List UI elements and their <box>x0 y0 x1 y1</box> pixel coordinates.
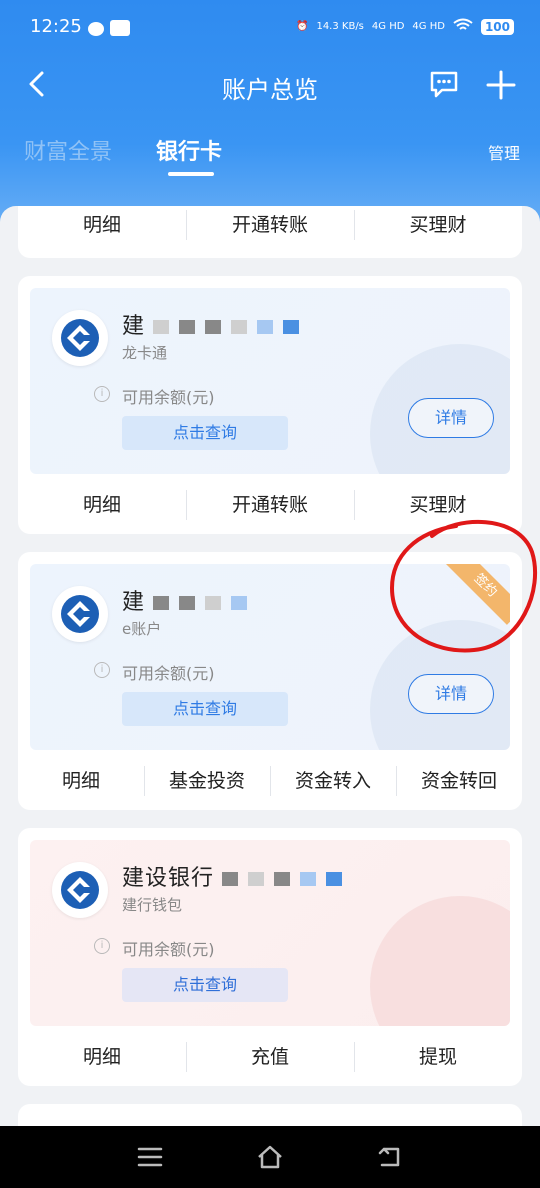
watermark-logo <box>370 896 510 1026</box>
redaction <box>205 320 222 334</box>
annotation-circle <box>389 519 538 653</box>
redaction <box>179 596 196 610</box>
home-icon[interactable] <box>256 1144 284 1170</box>
action-detail[interactable]: 明细 <box>18 1028 186 1086</box>
app-notification-icon <box>110 20 130 36</box>
ccb-logo <box>52 586 108 642</box>
query-balance-button[interactable]: 点击查询 <box>122 968 288 1002</box>
net-speed: 14.3 KB/s <box>316 21 364 32</box>
action-fund-invest[interactable]: 基金投资 <box>144 752 270 810</box>
status-time: 12:25 <box>30 16 82 37</box>
info-icon[interactable]: i <box>94 662 110 678</box>
account-type: 建行钱包 <box>122 896 183 914</box>
redaction <box>248 872 265 886</box>
account-card-partial <box>18 1104 522 1126</box>
account-info[interactable]: 建设银行 建行钱包 i 可用余额(元) 点击查询 <box>30 840 510 1026</box>
redaction <box>231 320 248 334</box>
header: 12:25 ⏰ 14.3 KB/s 4G HD 4G HD 100 账户总览 财… <box>0 0 540 240</box>
back-nav-icon[interactable] <box>376 1144 404 1170</box>
account-card-partial: 明细 开通转账 买理财 <box>18 206 522 258</box>
balance-label: 可用余额(元) <box>122 388 215 407</box>
account-list[interactable]: 明细 开通转账 买理财 建 龙卡通 i 可用余额(元) 点击查询 详情 明细 开… <box>0 206 540 1126</box>
redaction <box>257 320 274 334</box>
account-card: 建设银行 建行钱包 i 可用余额(元) 点击查询 明细 充值 提现 <box>18 828 522 1086</box>
info-icon[interactable]: i <box>94 938 110 954</box>
query-balance-button[interactable]: 点击查询 <box>122 692 288 726</box>
redaction <box>205 596 222 610</box>
redaction <box>274 872 291 886</box>
action-buy-wealth[interactable]: 买理财 <box>354 206 522 258</box>
redaction <box>300 872 317 886</box>
account-name: 建设银行 <box>122 860 352 892</box>
redaction <box>222 872 239 886</box>
manage-button[interactable]: 管理 <box>488 140 520 164</box>
action-detail[interactable]: 明细 <box>18 752 144 810</box>
wifi-icon <box>453 18 473 35</box>
redaction <box>231 596 248 610</box>
action-detail[interactable]: 明细 <box>18 206 186 258</box>
account-type: 龙卡通 <box>122 344 168 362</box>
detail-button[interactable]: 详情 <box>408 674 494 714</box>
navbar: 账户总览 <box>0 58 540 114</box>
card-actions: 明细 基金投资 资金转入 资金转回 <box>18 752 522 810</box>
account-type: e账户 <box>122 620 162 638</box>
account-info[interactable]: 建 龙卡通 i 可用余额(元) 点击查询 详情 <box>30 288 510 474</box>
battery-indicator: 100 <box>480 18 514 35</box>
detail-button[interactable]: 详情 <box>408 398 494 438</box>
action-detail[interactable]: 明细 <box>18 476 186 534</box>
redaction <box>179 320 196 334</box>
card-actions: 明细 充值 提现 <box>18 1028 522 1086</box>
ccb-logo <box>52 862 108 918</box>
balance-label: 可用余额(元) <box>122 664 215 683</box>
action-withdraw[interactable]: 提现 <box>354 1028 522 1086</box>
signal-1: 4G HD <box>371 21 405 32</box>
tab-active-indicator <box>168 172 214 176</box>
tab-wealth[interactable]: 财富全景 <box>24 134 112 166</box>
query-balance-button[interactable]: 点击查询 <box>122 416 288 450</box>
ccb-logo <box>52 310 108 366</box>
menu-icon[interactable] <box>136 1144 164 1170</box>
balance-label: 可用余额(元) <box>122 940 215 959</box>
add-icon[interactable] <box>486 70 516 100</box>
account-name: 建 <box>122 308 309 340</box>
redaction <box>153 596 170 610</box>
redaction <box>153 320 170 334</box>
action-transfer-in[interactable]: 资金转入 <box>270 752 396 810</box>
account-name: 建 <box>122 584 257 616</box>
action-open-transfer[interactable]: 开通转账 <box>186 206 354 258</box>
action-open-transfer[interactable]: 开通转账 <box>186 476 354 534</box>
tab-bar: 财富全景 银行卡 管理 <box>24 134 520 184</box>
redaction <box>283 320 300 334</box>
system-nav-bar <box>0 1126 540 1188</box>
action-recharge[interactable]: 充值 <box>186 1028 354 1086</box>
account-card: 建 龙卡通 i 可用余额(元) 点击查询 详情 明细 开通转账 买理财 <box>18 276 522 534</box>
redaction <box>326 872 343 886</box>
status-bar: 12:25 ⏰ 14.3 KB/s 4G HD 4G HD 100 <box>30 14 514 44</box>
action-transfer-back[interactable]: 资金转回 <box>396 752 522 810</box>
tab-bank-card[interactable]: 银行卡 <box>156 134 222 166</box>
message-icon[interactable] <box>428 68 460 100</box>
status-right: ⏰ 14.3 KB/s 4G HD 4G HD 100 <box>296 18 514 35</box>
signal-2: 4G HD <box>412 21 445 32</box>
info-icon[interactable]: i <box>94 386 110 402</box>
alarm-icon: ⏰ <box>296 21 309 32</box>
message-notification-icon <box>88 22 104 36</box>
